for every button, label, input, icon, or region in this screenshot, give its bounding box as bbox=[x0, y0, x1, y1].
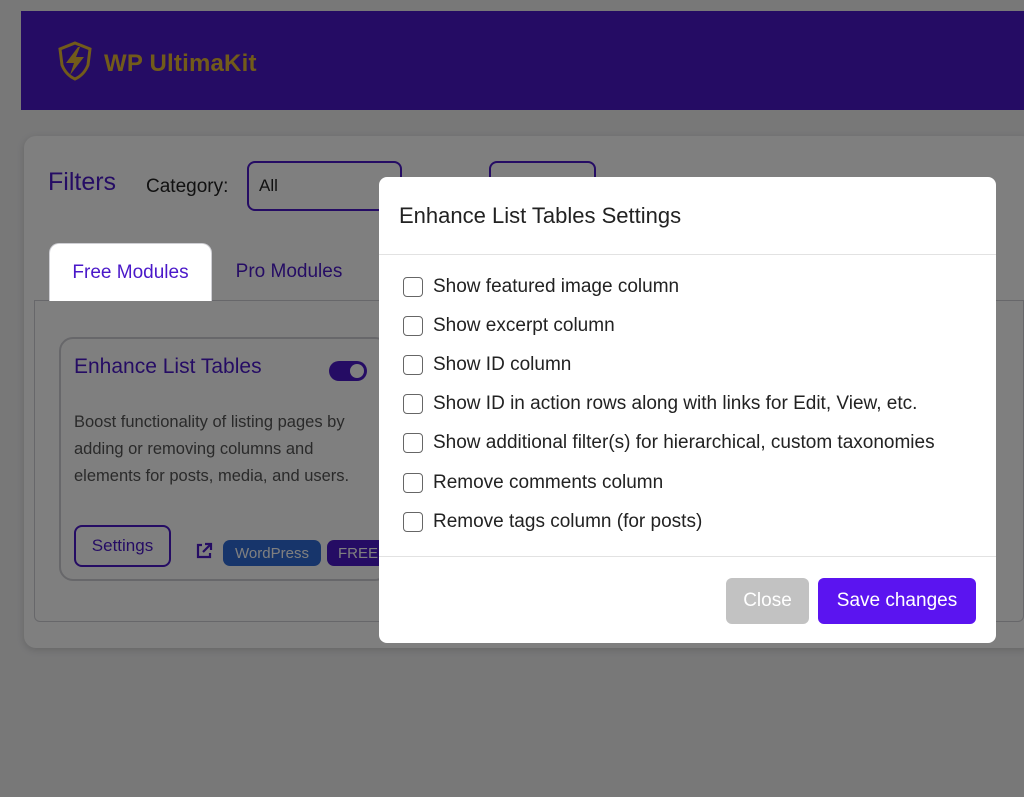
checkbox[interactable] bbox=[403, 355, 423, 375]
option-excerpt[interactable]: Show excerpt column bbox=[403, 314, 615, 338]
settings-modal: Enhance List Tables Settings Show featur… bbox=[379, 177, 996, 643]
checkbox[interactable] bbox=[403, 433, 423, 453]
modal-title: Enhance List Tables Settings bbox=[399, 203, 682, 228]
option-label: Remove comments column bbox=[433, 472, 664, 493]
option-label: Remove tags column (for posts) bbox=[433, 511, 703, 532]
save-changes-button[interactable]: Save changes bbox=[818, 578, 976, 624]
modal-header: Enhance List Tables Settings bbox=[379, 177, 996, 255]
option-label: Show additional filter(s) for hierarchic… bbox=[433, 432, 935, 453]
option-label: Show ID in action rows along with links … bbox=[433, 393, 918, 414]
tab-free-modules[interactable]: Free Modules bbox=[49, 243, 212, 301]
close-button[interactable]: Close bbox=[726, 578, 809, 624]
option-featured-image[interactable]: Show featured image column bbox=[403, 275, 679, 299]
checkbox[interactable] bbox=[403, 277, 423, 297]
option-remove-comments[interactable]: Remove comments column bbox=[403, 471, 663, 495]
checkbox[interactable] bbox=[403, 394, 423, 414]
option-taxonomy-filters[interactable]: Show additional filter(s) for hierarchic… bbox=[403, 431, 935, 455]
option-label: Show featured image column bbox=[433, 276, 680, 297]
checkbox[interactable] bbox=[403, 473, 423, 493]
option-id-column[interactable]: Show ID column bbox=[403, 353, 571, 377]
modal-body: Show featured image column Show excerpt … bbox=[379, 255, 996, 556]
modal-footer: Close Save changes bbox=[379, 556, 996, 643]
checkbox[interactable] bbox=[403, 512, 423, 532]
option-remove-tags[interactable]: Remove tags column (for posts) bbox=[403, 510, 702, 534]
option-id-action-rows[interactable]: Show ID in action rows along with links … bbox=[403, 392, 917, 416]
page: WP UltimaKit Filters Category: All Free … bbox=[0, 0, 1024, 797]
option-label: Show excerpt column bbox=[433, 315, 615, 336]
option-label: Show ID column bbox=[433, 354, 572, 375]
checkbox[interactable] bbox=[403, 316, 423, 336]
